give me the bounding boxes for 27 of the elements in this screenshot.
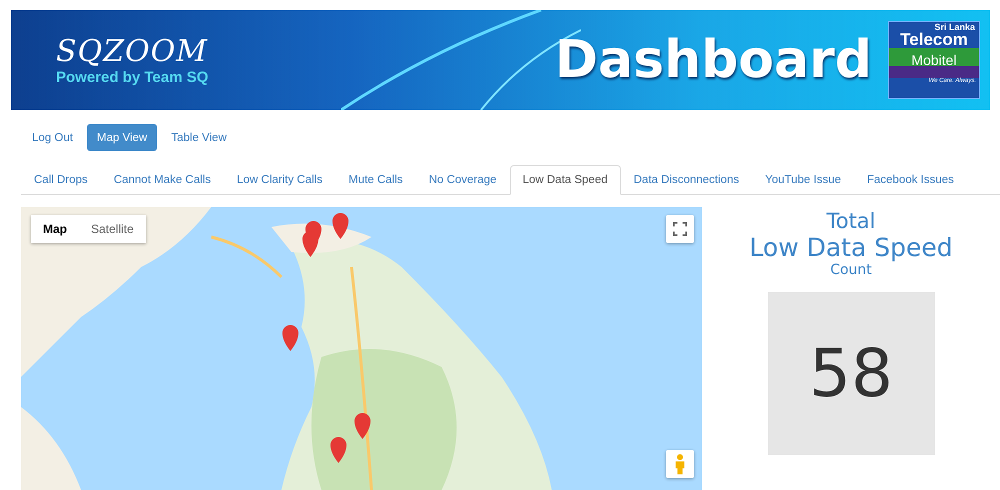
tab[interactable]: Low Data Speed — [510, 165, 621, 195]
summary-subtitle: Count — [830, 262, 872, 278]
tab[interactable]: No Coverage — [416, 165, 510, 195]
count-value: 58 — [768, 292, 934, 455]
tab[interactable]: Data Disconnections — [620, 165, 752, 195]
nav-link[interactable]: Map View — [86, 124, 158, 151]
tab[interactable]: Low Clarity Calls — [224, 165, 336, 195]
tagline: Powered by Team SQ — [56, 69, 208, 86]
nav-link[interactable]: Log Out — [22, 124, 83, 151]
brand-name: Telecom — [900, 32, 968, 48]
tab[interactable]: YouTube Issue — [752, 165, 854, 195]
tab[interactable]: Cannot Make Calls — [100, 165, 224, 195]
brand-sub: Mobitel — [889, 48, 979, 78]
dashboard-title: Dashboard — [554, 30, 872, 90]
summary-title: Total — [826, 209, 876, 233]
tab[interactable]: Mute Calls — [335, 165, 416, 195]
map-type-button[interactable]: Map — [31, 215, 79, 243]
logo-text: SQZOOM — [56, 34, 208, 69]
tab[interactable]: Facebook Issues — [854, 165, 967, 195]
map-type-button[interactable]: Satellite — [79, 215, 146, 243]
fullscreen-icon — [673, 222, 687, 236]
fullscreen-button[interactable] — [666, 215, 694, 243]
brand-text: Sri Lanka — [934, 22, 975, 32]
tab[interactable]: Call Drops — [21, 165, 101, 195]
summary-title: Low Data Speed — [749, 233, 953, 262]
nav-link[interactable]: Table View — [161, 124, 237, 151]
person-icon — [674, 453, 686, 475]
